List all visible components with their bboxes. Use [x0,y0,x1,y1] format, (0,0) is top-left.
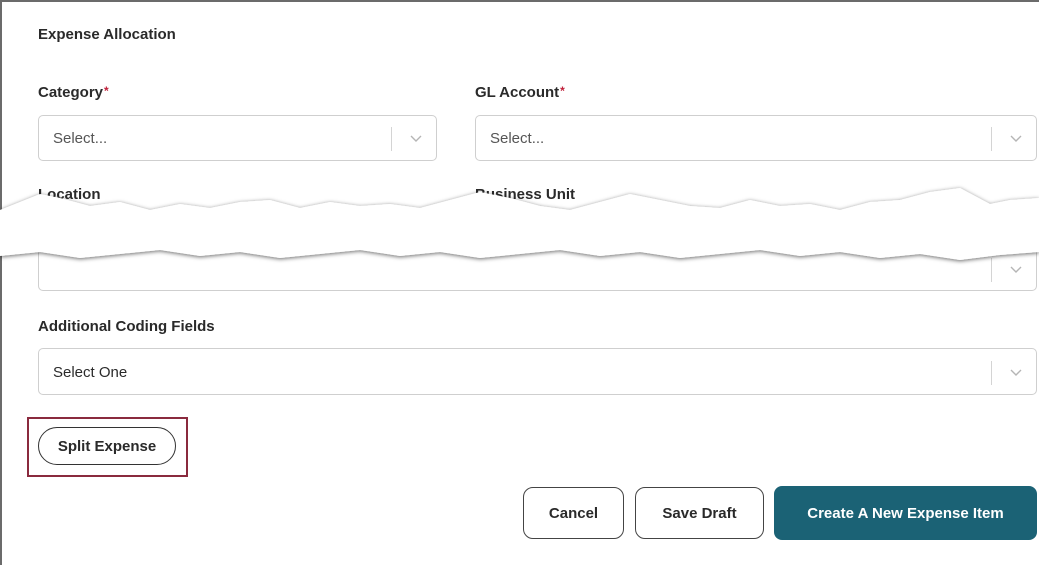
category-label: Category* [38,84,109,101]
category-label-text: Category [38,84,104,101]
torn-edge-overlay [0,188,1039,260]
chevron-down-icon [410,135,422,142]
select-separator [391,127,392,151]
chevron-down-icon [1010,369,1022,376]
additional-coding-label: Additional Coding Fields [38,318,215,335]
select-separator [991,127,992,151]
save-draft-button[interactable]: Save Draft [635,487,764,539]
create-expense-item-button[interactable]: Create A New Expense Item [774,486,1037,540]
category-select-value: Select... [53,130,108,147]
required-marker: * [104,84,109,98]
split-expense-button[interactable]: Split Expense [38,427,176,465]
gl-account-label-text: GL Account [475,84,560,101]
gl-account-select-value: Select... [490,130,545,147]
required-marker: * [560,84,565,98]
gl-account-select[interactable]: Select... [475,115,1037,161]
cancel-button[interactable]: Cancel [523,487,624,539]
select-separator [991,361,992,385]
additional-coding-value: Select One [53,364,128,381]
chevron-down-icon [1010,135,1022,142]
gl-account-label: GL Account* [475,84,565,101]
additional-coding-select[interactable]: Select One [38,348,1037,395]
category-select[interactable]: Select... [38,115,437,161]
section-title: Expense Allocation [38,26,176,43]
